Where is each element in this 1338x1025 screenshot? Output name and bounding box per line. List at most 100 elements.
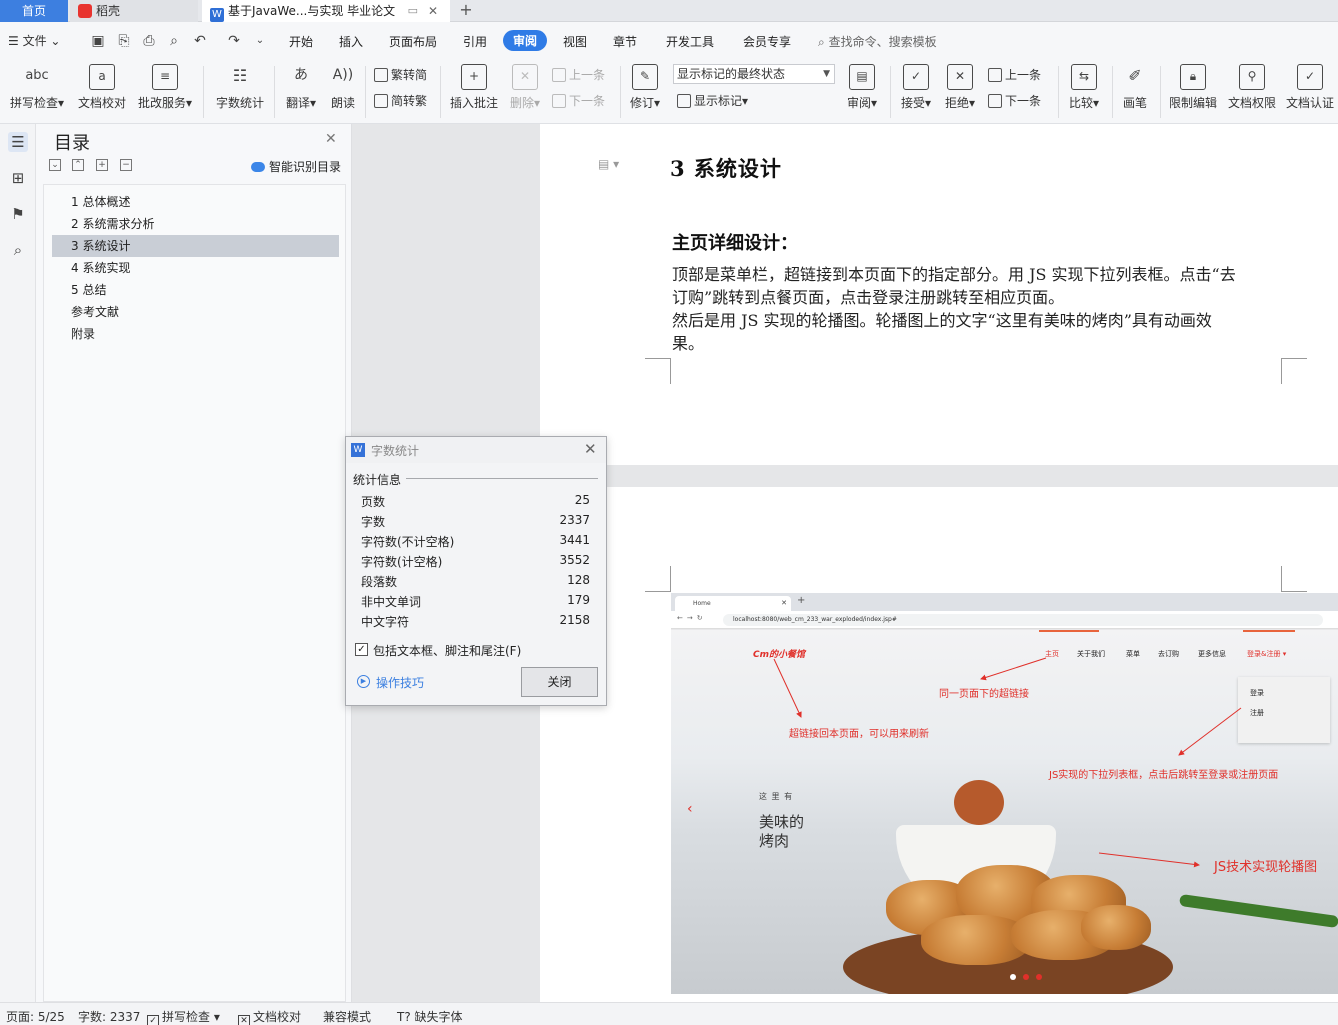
undo-icon[interactable]: ↶ xyxy=(192,33,208,49)
pen-button[interactable]: ✐ 画笔 xyxy=(1120,64,1150,111)
redo-icon[interactable]: ↷ xyxy=(226,33,242,49)
track-changes-button[interactable]: ✎ 修订▾ xyxy=(627,64,663,111)
to-traditional-button[interactable]: 繁转简 xyxy=(374,66,427,83)
menu-insert[interactable]: 插入 xyxy=(339,33,363,50)
next-change-button[interactable]: 下一条 xyxy=(988,92,1041,109)
doc-paragraph-line[interactable]: 果。 xyxy=(672,332,1286,355)
menu-start[interactable]: 开始 xyxy=(289,33,313,50)
dialog-titlebar[interactable]: W 字数统计 ✕ xyxy=(346,437,606,463)
doc-rights-icon: ⚲ xyxy=(1239,64,1265,90)
status-spellcheck[interactable]: ✓ 拼写检查 ▾ xyxy=(147,1008,220,1025)
tips-link[interactable]: 操作技巧 xyxy=(376,674,424,691)
doc-cert-button[interactable]: ✓ 文档认证 xyxy=(1284,64,1336,111)
include-footnotes-checkbox[interactable]: ✓ xyxy=(355,643,368,656)
print-preview-icon[interactable]: ⌕ xyxy=(166,33,182,49)
review-pane-button[interactable]: ▤ 审阅▾ xyxy=(844,64,880,111)
new-tab-button[interactable]: + xyxy=(456,0,476,22)
next-change-label: 下一条 xyxy=(1005,94,1042,108)
add-heading-icon[interactable]: + xyxy=(96,159,108,171)
menu-view[interactable]: 视图 xyxy=(563,33,587,50)
menu-member[interactable]: 会员专享 xyxy=(743,33,791,50)
toc-item[interactable]: 参考文献 xyxy=(52,301,339,323)
toc-item-selected[interactable]: 3 系统设计 xyxy=(52,235,339,257)
status-proof[interactable]: ✕ 文档校对 xyxy=(238,1008,301,1025)
prev-change-button[interactable]: 上一条 xyxy=(988,66,1041,83)
stat-label: 中文字符 xyxy=(361,615,410,629)
close-icon[interactable]: ✕ xyxy=(325,131,337,147)
doc-proof-button[interactable]: a 文档校对 xyxy=(76,64,128,111)
search-icon[interactable]: ⌕ xyxy=(8,240,28,260)
separator xyxy=(1058,66,1059,118)
smart-toc-button[interactable]: 智能识别目录 xyxy=(251,158,341,175)
status-page[interactable]: 页面: 5/25 xyxy=(6,1008,65,1025)
file-menu[interactable]: ☰ 文件 ⌄ xyxy=(8,32,60,49)
doc-paragraph-line[interactable]: 订购”跳转到点餐页面，点击登录注册跳转至相应页面。 xyxy=(672,286,1286,309)
menu-references[interactable]: 引用 xyxy=(463,33,487,50)
include-footnotes-label[interactable]: 包括文本框、脚注和尾注(F) xyxy=(373,642,521,659)
separator xyxy=(1112,66,1113,118)
translate-button[interactable]: あ翻译▾ xyxy=(283,64,319,111)
remove-heading-icon[interactable]: − xyxy=(120,159,132,171)
tab-document[interactable]: W 基于JavaWe...与实现 毕业论文 ▭ ✕ xyxy=(202,0,450,22)
prev-comment-button[interactable]: 上一条 xyxy=(552,66,605,83)
save-icon[interactable]: ▣ xyxy=(90,33,106,49)
accept-button[interactable]: ✓ 接受▾ xyxy=(898,64,934,111)
insert-comment-button[interactable]: + 插入批注 xyxy=(448,64,500,111)
export-icon[interactable]: ⎘ xyxy=(116,33,132,49)
compare-button[interactable]: ⇆ 比较▾ xyxy=(1066,64,1102,111)
status-words[interactable]: 字数: 2337 xyxy=(78,1008,140,1025)
print-icon[interactable]: ⎙ xyxy=(141,33,157,49)
chapter-nav-icon[interactable]: ⊞ xyxy=(8,168,28,188)
track-changes-icon: ✎ xyxy=(632,64,658,90)
tab-pin-icon[interactable]: ▭ xyxy=(408,0,418,22)
separator xyxy=(440,66,441,118)
close-button[interactable]: 关闭 xyxy=(521,667,598,697)
doc-paragraph-line[interactable]: 然后是用 JS 实现的轮播图。轮播图上的文字“这里有美味的烤肉”具有动画效 xyxy=(672,309,1286,332)
stat-label: 非中文单词 xyxy=(361,595,422,609)
toc-panel-icon[interactable]: ☰ xyxy=(8,132,28,152)
close-icon[interactable]: ✕ xyxy=(584,440,597,458)
convert-icon xyxy=(374,68,388,82)
read-aloud-button[interactable]: A)) 朗读 xyxy=(328,64,358,111)
markup-state-select[interactable]: 显示标记的最终状态 ▼ xyxy=(673,64,835,84)
doc-subheading[interactable]: 主页详细设计： xyxy=(672,229,798,255)
file-menu-label: 文件 xyxy=(22,34,47,48)
smart-toc-label: 智能识别目录 xyxy=(269,160,342,174)
menu-chapter[interactable]: 章节 xyxy=(613,33,637,50)
expand-all-icon[interactable]: ⌄ xyxy=(49,159,61,171)
reject-label: 拒绝 xyxy=(944,96,969,110)
status-missing-font[interactable]: T? 缺失字体 xyxy=(397,1008,463,1025)
spellcheck-button[interactable]: abc 拼写检查▾ xyxy=(8,64,66,111)
toc-item[interactable]: 附录 xyxy=(52,323,339,345)
bookmark-icon[interactable]: ⚑ xyxy=(8,204,28,224)
collapse-all-icon[interactable]: ⌃ xyxy=(72,159,84,171)
menu-page-layout[interactable]: 页面布局 xyxy=(389,33,437,50)
doc-heading[interactable]: 3 系统设计 xyxy=(670,153,782,183)
show-markup-button[interactable]: 显示标记▾ xyxy=(677,92,748,109)
word-count-button[interactable]: ☷ 字数统计 xyxy=(214,64,266,111)
toc-item[interactable]: 2 系统需求分析 xyxy=(52,213,339,235)
paragraph-menu-icon[interactable]: ▤ ▾ xyxy=(598,157,619,171)
review-service-button[interactable]: ≡ 批改服务▾ xyxy=(136,64,194,111)
compare-icon: ⇆ xyxy=(1071,64,1097,90)
reject-button[interactable]: ✕ 拒绝▾ xyxy=(942,64,978,111)
menu-review[interactable]: 审阅 xyxy=(503,30,548,51)
delete-comment-button[interactable]: ✕ 删除▾ xyxy=(507,64,543,111)
customize-dropdown-icon[interactable]: ⌄ xyxy=(252,33,268,49)
crop-mark xyxy=(1281,358,1307,384)
doc-rights-button[interactable]: ⚲ 文档权限 xyxy=(1226,64,1278,111)
toc-item[interactable]: 4 系统实现 xyxy=(52,257,339,279)
doc-paragraph-line[interactable]: 顶部是菜单栏，超链接到本页面下的指定部分。用 JS 实现下拉列表框。点击“去 xyxy=(672,263,1286,286)
menu-developer[interactable]: 开发工具 xyxy=(666,33,714,50)
tab-close-icon[interactable]: ✕ xyxy=(428,0,438,22)
to-simplified-button[interactable]: 简转繁 xyxy=(374,92,427,109)
next-comment-button[interactable]: 下一条 xyxy=(552,92,605,109)
toc-item[interactable]: 1 总体概述 xyxy=(52,191,339,213)
restrict-edit-button[interactable]: 🔒︎ 限制编辑 xyxy=(1166,64,1220,111)
command-search[interactable]: ⌕ 查找命令、搜索模板 xyxy=(818,33,937,50)
embedded-screenshot-image[interactable]: Home ✕ + ←→↻ localhost:8080/web_cm_233_wa… xyxy=(671,593,1338,994)
tab-home[interactable]: 首页 xyxy=(0,0,68,22)
play-icon[interactable]: ▶ xyxy=(357,675,370,688)
toc-item[interactable]: 5 总结 xyxy=(52,279,339,301)
tab-daoke[interactable]: 稻壳 xyxy=(70,0,198,22)
